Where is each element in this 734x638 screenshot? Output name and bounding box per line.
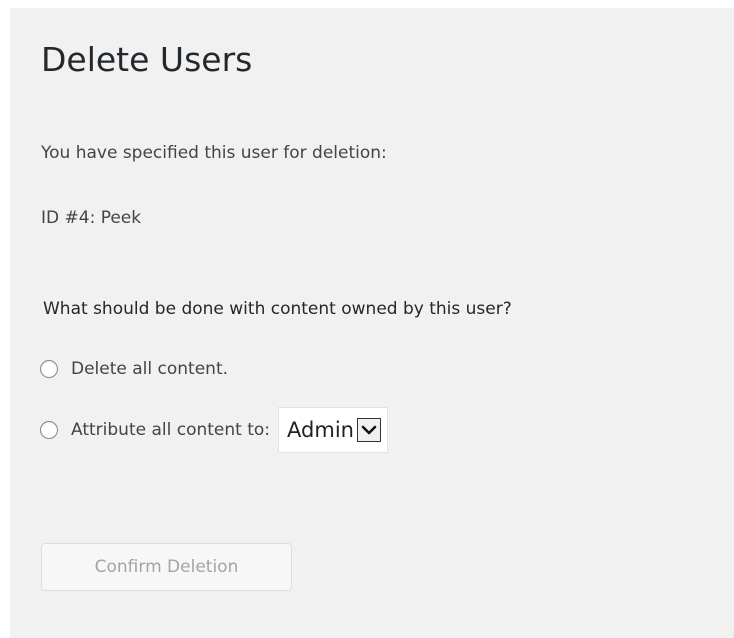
deletion-intro-text: You have specified this user for deletio…: [41, 143, 387, 163]
page-title: Delete Users: [41, 40, 253, 79]
attribute-user-select[interactable]: Admin: [278, 407, 388, 453]
attribute-content-option[interactable]: Attribute all content to: Admin: [40, 407, 388, 453]
attribute-content-radio[interactable]: [40, 421, 58, 439]
chevron-down-icon[interactable]: [356, 418, 381, 442]
delete-content-label[interactable]: Delete all content.: [71, 358, 228, 380]
user-to-delete: ID #4: Peek: [41, 208, 142, 228]
delete-content-radio[interactable]: [40, 360, 58, 378]
content-ownership-question: What should be done with content owned b…: [43, 299, 512, 319]
attribute-content-label[interactable]: Attribute all content to:: [71, 419, 270, 441]
delete-content-option[interactable]: Delete all content.: [40, 353, 228, 385]
confirm-deletion-button[interactable]: Confirm Deletion: [41, 543, 292, 591]
attribute-user-value: Admin: [287, 418, 354, 442]
delete-users-panel: Delete Users You have specified this use…: [10, 8, 734, 638]
